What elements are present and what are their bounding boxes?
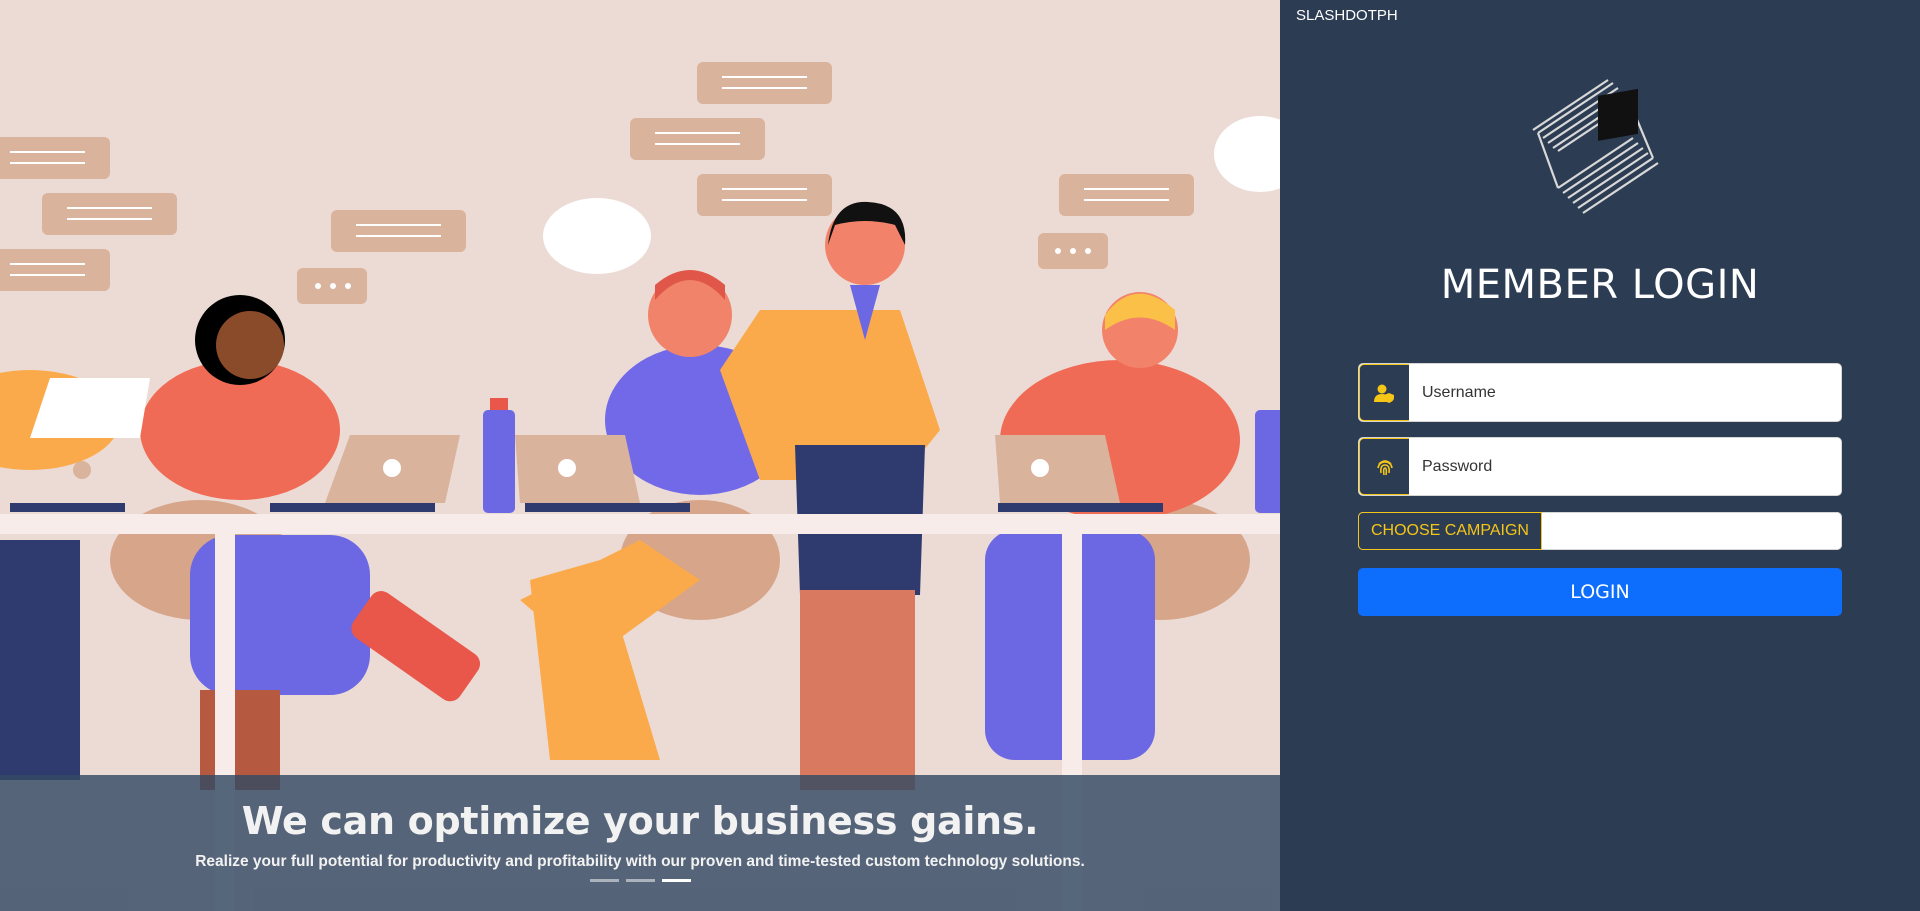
brand-name: SLASHDOTPH bbox=[1296, 7, 1398, 24]
campaign-select[interactable] bbox=[1541, 512, 1842, 550]
hero-carousel: We can optimize your business gains. Rea… bbox=[0, 0, 1280, 911]
username-group bbox=[1358, 363, 1842, 422]
carousel-indicators bbox=[0, 879, 1280, 882]
carousel-indicator-3[interactable] bbox=[661, 879, 691, 882]
login-panel: SLASHDOTPH MEMBER LOGIN Username CHOOSE … bbox=[1280, 0, 1920, 911]
password-input[interactable] bbox=[1409, 438, 1841, 495]
hero-subtext: Realize your full potential for producti… bbox=[195, 853, 1085, 870]
campaign-group: CHOOSE CAMPAIGN bbox=[1358, 512, 1842, 550]
login-button[interactable]: LOGIN bbox=[1358, 568, 1842, 616]
page-title: MEMBER LOGIN bbox=[1440, 262, 1760, 308]
user-shield-icon bbox=[1359, 364, 1409, 421]
company-logo bbox=[1532, 79, 1659, 214]
carousel-indicator-2[interactable] bbox=[625, 879, 655, 882]
hero-headline: We can optimize your business gains. bbox=[241, 799, 1039, 843]
fingerprint-icon bbox=[1359, 438, 1409, 495]
carousel-caption: We can optimize your business gains. Rea… bbox=[0, 775, 1280, 911]
password-group bbox=[1358, 437, 1842, 496]
username-input[interactable] bbox=[1409, 364, 1841, 421]
carousel-indicator-1[interactable] bbox=[589, 879, 619, 882]
choose-campaign-label[interactable]: CHOOSE CAMPAIGN bbox=[1358, 512, 1542, 550]
